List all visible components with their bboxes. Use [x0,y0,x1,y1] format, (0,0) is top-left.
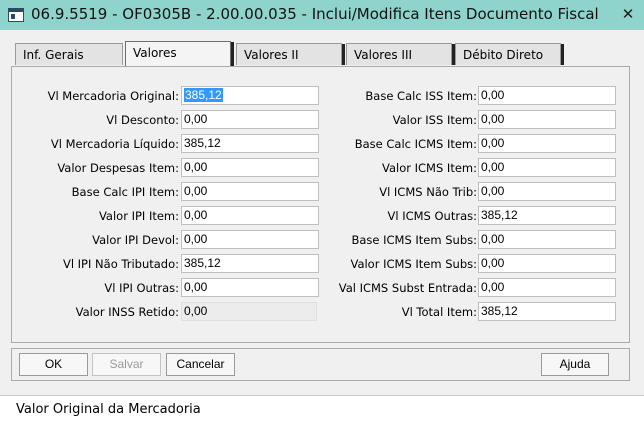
field-label: Valor IPI Devol: [92,233,179,247]
tab-valores-iii[interactable]: Valores III [346,43,455,65]
app-window-icon [8,8,24,22]
field-label: Val ICMS Subst Entrada: [338,281,477,295]
help-button[interactable]: Ajuda [541,353,609,376]
ok-button[interactable]: OK [19,353,88,376]
base-icms-item-subs-input[interactable]: 0,00 [478,230,616,249]
field-label: Valor ICMS Item: [382,161,477,175]
field-label: Base ICMS Item Subs: [351,233,477,247]
base-calc-ipi-item-input[interactable]: 0,00 [181,182,319,201]
valor-ipi-item-input[interactable]: 0,00 [181,206,319,225]
tab-label: Valores II [244,48,299,62]
vl-icms-nao-trib-input[interactable]: 0,00 [478,182,616,201]
cancel-button[interactable]: Cancelar [166,353,235,376]
field-label: Vl Mercadoria Líquido: [50,137,179,151]
tab-label: Débito Direto [463,48,544,62]
field-label: Vl Total Item: [401,305,477,319]
field-label: Base Calc ICMS Item: [354,137,477,151]
status-text: Valor Original da Mercadoria [16,402,201,417]
field-label: Valor INSS Retido: [75,305,179,319]
vl-total-item-input[interactable]: 385,12 [478,302,616,321]
vl-mercadoria-original-input[interactable]: 385,12 [181,86,319,105]
field-label: Base Calc ISS Item: [365,89,477,103]
field-label: Valor ICMS Item Subs: [350,257,477,271]
title-bar: 06.9.5519 - OF0305B - 2.00.00.035 - Incl… [0,0,644,30]
val-icms-subst-entrada-input[interactable]: 0,00 [478,278,616,297]
field-label: Vl IPI Não Tributado: [62,257,179,271]
valor-icms-item-input[interactable]: 0,00 [478,158,616,177]
vl-mercadoria-liquido-input[interactable]: 385,12 [181,134,319,153]
field-label: Vl ICMS Não Trib: [379,185,477,199]
field-label: Base Calc IPI Item: [71,185,179,199]
field-label: Valor Despesas Item: [57,161,179,175]
selected-value: 385,12 [184,88,223,102]
valor-ipi-devol-input[interactable]: 0,00 [181,230,319,249]
valor-icms-item-subs-input[interactable]: 0,00 [478,254,616,273]
status-bar: Valor Original da Mercadoria [0,395,644,427]
tab-label: Valores [133,46,177,60]
tab-valores-ii[interactable]: Valores II [236,43,345,65]
base-calc-iss-item-input[interactable]: 0,00 [478,86,616,105]
tab-label: Inf. Gerais [23,48,84,62]
window-title: 06.9.5519 - OF0305B - 2.00.00.035 - Incl… [31,5,599,23]
save-button[interactable]: Salvar [92,353,161,376]
tab-shadow [231,42,234,66]
vl-ipi-nao-tributado-input[interactable]: 385,12 [181,254,319,273]
valor-inss-retido-readonly: 0,00 [181,302,317,321]
tab-shadow [561,44,564,65]
tab-shadow [342,44,345,65]
valor-iss-item-input[interactable]: 0,00 [478,110,616,129]
tab-label: Valores III [354,48,413,62]
tab-valores[interactable]: Valores [125,41,234,66]
field-label: Valor ISS Item: [392,113,477,127]
field-label: Vl ICMS Outras: [387,209,477,223]
close-icon[interactable]: ✕ [618,3,638,25]
tab-debito-direto[interactable]: Débito Direto [455,43,564,65]
field-label: Valor IPI Item: [98,209,179,223]
vl-desconto-input[interactable]: 0,00 [181,110,319,129]
valor-despesas-item-input[interactable]: 0,00 [181,158,319,177]
field-label: Vl Desconto: [106,113,179,127]
field-label: Vl IPI Outras: [104,281,179,295]
base-calc-icms-item-input[interactable]: 0,00 [478,134,616,153]
vl-ipi-outras-input[interactable]: 0,00 [181,278,319,297]
vl-icms-outras-input[interactable]: 385,12 [478,206,616,225]
field-label: Vl Mercadoria Original: [47,89,179,103]
tab-inf-gerais[interactable]: Inf. Gerais [15,43,123,65]
